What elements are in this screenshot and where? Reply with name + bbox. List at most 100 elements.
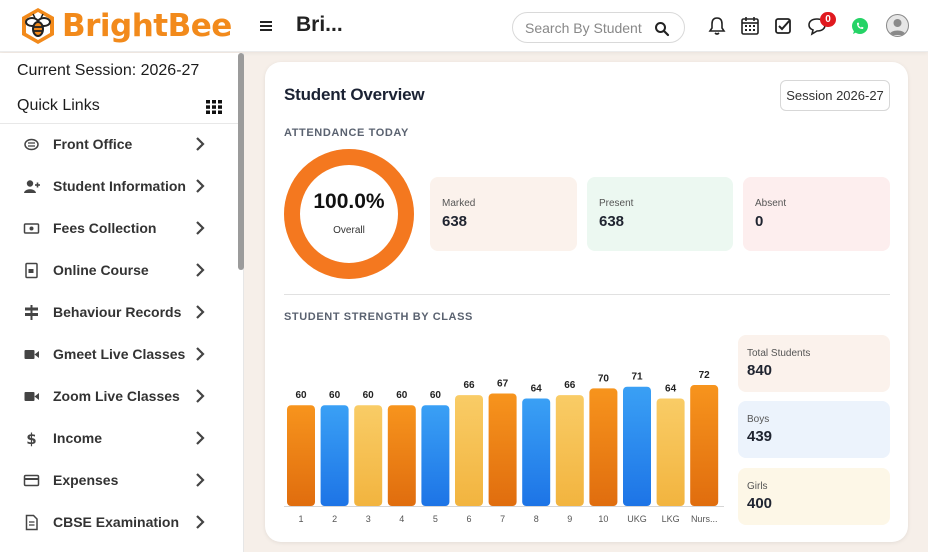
sidebar-item-label: Front Office	[53, 136, 133, 152]
sidebar-item-fees-collection[interactable]: Fees Collection	[0, 208, 236, 250]
sidebar-item-behaviour-records[interactable]: Behaviour Records	[0, 292, 236, 334]
user-avatar[interactable]	[886, 14, 909, 37]
search-box	[512, 12, 685, 43]
chevron-right-icon	[196, 263, 205, 277]
x-tick-label: 5	[433, 514, 438, 524]
stat-label: Total Students	[747, 348, 811, 359]
stat-value: 638	[442, 213, 468, 230]
video-icon	[24, 392, 39, 401]
search-input[interactable]	[525, 19, 649, 37]
sidebar-item-label: Student Information	[53, 178, 186, 194]
bar-3[interactable]	[354, 405, 383, 506]
bar-1[interactable]	[287, 405, 315, 506]
x-tick-label: 8	[534, 514, 539, 524]
chevron-right-icon	[196, 473, 205, 487]
x-tick-label: 9	[567, 514, 572, 524]
bar-Nurs...[interactable]	[690, 385, 719, 506]
svg-text:$: $	[26, 430, 36, 447]
sidebar-item-label: Behaviour Records	[53, 304, 182, 320]
bar-value-label: 60	[430, 390, 442, 401]
sidebar: Current Session: 2026-27 Quick Links Fro…	[0, 53, 244, 552]
sidebar-item-income[interactable]: $ Income	[0, 418, 236, 460]
bar-9[interactable]	[555, 395, 584, 506]
chevron-right-icon	[196, 305, 205, 319]
bar-value-label: 60	[295, 390, 307, 401]
student-overview-card: Student Overview Session 2026-27 ATTENDA…	[265, 62, 908, 542]
x-tick-label: 4	[399, 514, 404, 524]
session-button[interactable]: Session 2026-27	[780, 80, 890, 111]
sidebar-item-cbse-examination[interactable]: CBSE Examination	[0, 502, 236, 544]
message-count-badge: 0	[820, 12, 836, 27]
course-icon	[25, 262, 38, 279]
stat-value: 400	[747, 495, 773, 512]
attendance-caption: Overall	[333, 225, 365, 236]
stat-value: 638	[599, 213, 625, 230]
current-session-label: Current Session: 2026-27	[17, 62, 200, 79]
attendance-donut-arc	[284, 149, 414, 279]
bell-icon[interactable]	[706, 15, 728, 37]
sidebar-item-label: Income	[53, 430, 103, 446]
sidebar-item-zoom-live-classes[interactable]: Zoom Live Classes	[0, 376, 236, 418]
bar-LKG[interactable]	[656, 398, 685, 506]
dollar-icon: $	[26, 430, 36, 447]
sidebar-item-label: Zoom Live Classes	[53, 388, 180, 404]
bee-logo-icon	[22, 8, 54, 44]
attendance-percent: 100.0%	[313, 190, 385, 213]
sidebar-scrollbar[interactable]	[238, 53, 244, 270]
apps-grid-icon[interactable]	[206, 100, 222, 114]
bar-5[interactable]	[421, 405, 450, 506]
chevron-right-icon	[196, 515, 205, 529]
menu-toggle-button[interactable]	[258, 16, 274, 36]
brand-logo[interactable]: BrightBee	[18, 4, 232, 48]
bar-value-label: 60	[396, 390, 408, 401]
video-icon	[24, 350, 39, 359]
checkbox-icon[interactable]	[772, 15, 794, 37]
chevron-right-icon	[196, 179, 205, 193]
stat-label: Girls	[747, 481, 768, 492]
sidebar-item-expenses[interactable]: Expenses	[0, 460, 236, 502]
chevron-right-icon	[196, 431, 205, 445]
x-tick-label: 6	[466, 514, 471, 524]
whatsapp-icon[interactable]	[849, 15, 871, 37]
bar-value-label: 66	[564, 380, 576, 391]
bar-8[interactable]	[522, 398, 551, 506]
card-title: Student Overview	[284, 85, 425, 104]
x-tick-label: 3	[366, 514, 371, 524]
x-tick-label: 2	[332, 514, 337, 524]
user-avatar-icon	[889, 19, 906, 35]
stat-value: 439	[747, 428, 773, 445]
calendar-icon[interactable]	[739, 15, 761, 37]
search-icon[interactable]	[654, 21, 670, 37]
sidebar-item-student-information[interactable]: Student Information	[0, 166, 236, 208]
bar-10[interactable]	[589, 388, 618, 506]
x-tick-label: 10	[598, 514, 608, 524]
x-tick-label: 7	[500, 514, 505, 524]
signpost-icon	[25, 305, 38, 320]
bar-value-label: 67	[497, 378, 509, 389]
x-tick-label: 1	[298, 514, 303, 524]
bar-4[interactable]	[387, 405, 416, 506]
bar-2[interactable]	[320, 405, 349, 506]
brand-name: BrightBee	[62, 8, 232, 44]
stat-label: Present	[599, 198, 634, 209]
bar-7[interactable]	[488, 393, 517, 506]
attendance-section-label: ATTENDANCE TODAY	[284, 127, 409, 139]
sidebar-item-label: CBSE Examination	[53, 514, 180, 530]
document-icon	[25, 514, 38, 531]
class-strength-chart: 601602603604605666677648669701071UKG64LK…	[284, 370, 724, 524]
x-tick-label: LKG	[662, 514, 680, 524]
present-stat: Present 638	[587, 177, 733, 251]
sidebar-item-online-course[interactable]: Online Course	[0, 250, 236, 292]
bar-6[interactable]	[455, 395, 483, 506]
bar-UKG[interactable]	[623, 386, 651, 506]
sidebar-item-label: Online Course	[53, 262, 149, 278]
absent-stat: Absent 0	[743, 177, 890, 251]
attendance-donut	[284, 149, 414, 279]
sidebar-item-front-office[interactable]: Front Office	[0, 124, 236, 166]
chevron-right-icon	[196, 347, 205, 361]
chevron-right-icon	[196, 221, 205, 235]
chevron-right-icon	[196, 389, 205, 403]
sidebar-item-gmeet-live-classes[interactable]: Gmeet Live Classes	[0, 334, 236, 376]
chevron-right-icon	[196, 137, 205, 151]
section-divider	[284, 294, 890, 295]
